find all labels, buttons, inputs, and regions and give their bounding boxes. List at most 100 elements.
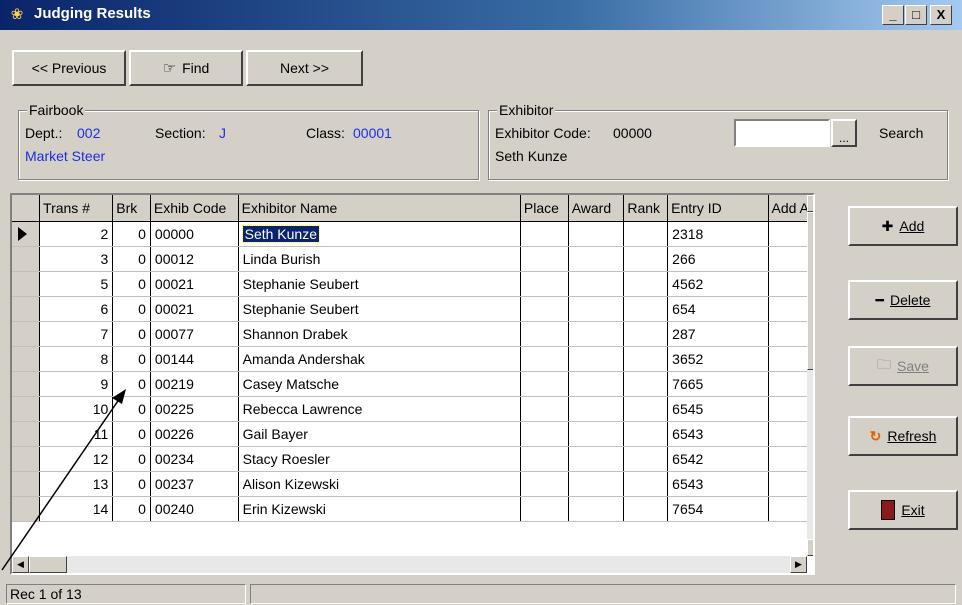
cell-exhibitor-name[interactable]: Amanda Andershak [238,346,521,372]
cell-brk[interactable]: 0 [112,496,151,522]
cell-add[interactable] [768,321,813,347]
cell-brk[interactable]: 0 [112,346,151,372]
table-row[interactable]: 5 0 00021 Stephanie Seubert 4562 [12,271,813,297]
column-header-exhib-code[interactable]: Exhib Code [150,195,239,222]
cell-rank[interactable] [623,346,669,372]
table-row[interactable]: 10 0 00225 Rebecca Lawrence 6545 [12,396,813,422]
cell-entry-id[interactable]: 4562 [667,271,769,297]
cell-rank[interactable] [623,271,669,297]
cell-brk[interactable]: 0 [112,471,151,497]
cell-add[interactable] [768,371,813,397]
cell-entry-id[interactable]: 2318 [667,221,769,247]
cell-award[interactable] [568,471,625,497]
cell-brk[interactable]: 0 [112,271,151,297]
cell-add[interactable] [768,471,813,497]
cell-place[interactable] [520,446,569,472]
cell-exhibitor-name[interactable]: Erin Kizewski [238,496,521,522]
cell-exhib-code[interactable]: 00000 [150,221,239,247]
cell-trans[interactable]: 3 [39,246,114,272]
exhibitor-search-input[interactable] [734,119,830,147]
cell-rank[interactable] [623,396,669,422]
cell-place[interactable] [520,471,569,497]
row-indicator[interactable] [12,271,41,297]
cell-trans[interactable]: 7 [39,321,114,347]
cell-trans[interactable]: 6 [39,296,114,322]
cell-award[interactable] [568,496,625,522]
cell-exhib-code[interactable]: 00225 [150,396,239,422]
exit-button[interactable]: Exit [848,490,958,530]
cell-rank[interactable] [623,221,669,247]
column-header-place[interactable]: Place [520,195,569,222]
table-row[interactable]: 3 0 00012 Linda Burish 266 [12,246,813,272]
minimize-button[interactable]: _ [882,5,904,25]
table-row[interactable]: 11 0 00226 Gail Bayer 6543 [12,421,813,447]
cell-brk[interactable]: 0 [112,396,151,422]
cell-entry-id[interactable]: 6542 [667,446,769,472]
table-row[interactable]: 2 0 00000 Seth Kunze 2318 [12,221,813,247]
search-label[interactable]: Search [879,125,923,141]
cell-exhibitor-name[interactable]: Shannon Drabek [238,321,521,347]
row-indicator[interactable] [12,221,41,247]
delete-button[interactable]: ━ Delete [848,280,958,320]
cell-place[interactable] [520,396,569,422]
cell-entry-id[interactable]: 654 [667,296,769,322]
table-row[interactable]: 7 0 00077 Shannon Drabek 287 [12,321,813,347]
find-button[interactable]: ☞ Find [129,50,243,86]
cell-award[interactable] [568,321,625,347]
close-button[interactable]: X [930,5,952,25]
cell-award[interactable] [568,221,625,247]
column-header-exhibitor-name[interactable]: Exhibitor Name [238,195,521,222]
cell-add[interactable] [768,496,813,522]
scroll-left-arrow-icon[interactable]: ◀ [12,556,29,573]
cell-exhibitor-name[interactable]: Stephanie Seubert [238,296,521,322]
column-header-entry-id[interactable]: Entry ID [667,195,769,222]
cell-rank[interactable] [623,496,669,522]
cell-exhib-code[interactable]: 00219 [150,371,239,397]
cell-exhibitor-name[interactable]: Seth Kunze [238,221,521,247]
cell-trans[interactable]: 10 [39,396,114,422]
scroll-right-arrow-icon[interactable]: ▶ [790,556,807,573]
table-row[interactable]: 6 0 00021 Stephanie Seubert 654 [12,296,813,322]
row-indicator[interactable] [12,246,41,272]
cell-exhibitor-name[interactable]: Rebecca Lawrence [238,396,521,422]
cell-add[interactable] [768,446,813,472]
cell-trans[interactable]: 12 [39,446,114,472]
cell-add[interactable] [768,396,813,422]
cell-entry-id[interactable]: 6543 [667,421,769,447]
cell-brk[interactable]: 0 [112,321,151,347]
cell-place[interactable] [520,221,569,247]
cell-exhib-code[interactable]: 00021 [150,296,239,322]
cell-add[interactable] [768,271,813,297]
scroll-up-arrow-icon[interactable]: ▲ [807,195,813,212]
cell-exhib-code[interactable]: 00237 [150,471,239,497]
cell-award[interactable] [568,346,625,372]
cell-brk[interactable]: 0 [112,446,151,472]
cell-exhib-code[interactable]: 00226 [150,421,239,447]
cell-exhib-code[interactable]: 00012 [150,246,239,272]
previous-button[interactable]: << Previous [12,50,126,86]
table-row[interactable]: 9 0 00219 Casey Matsche 7665 [12,371,813,397]
cell-rank[interactable] [623,371,669,397]
cell-exhibitor-name[interactable]: Casey Matsche [238,371,521,397]
scroll-down-arrow-icon[interactable]: ▼ [807,539,813,556]
horizontal-scrollbar[interactable]: ◀ ▶ [12,556,807,573]
cell-brk[interactable]: 0 [112,371,151,397]
cell-trans[interactable]: 8 [39,346,114,372]
browse-button[interactable]: ... [831,119,857,147]
column-header-rank[interactable]: Rank [623,195,669,222]
cell-rank[interactable] [623,296,669,322]
cell-place[interactable] [520,321,569,347]
cell-award[interactable] [568,421,625,447]
row-indicator[interactable] [12,396,41,422]
row-indicator[interactable] [12,296,41,322]
table-row[interactable]: 8 0 00144 Amanda Andershak 3652 [12,346,813,372]
cell-exhibitor-name[interactable]: Linda Burish [238,246,521,272]
cell-add[interactable] [768,296,813,322]
vertical-scrollbar[interactable]: ▲ ▼ [807,195,813,556]
table-row[interactable]: 14 0 00240 Erin Kizewski 7654 [12,496,813,522]
vertical-scroll-thumb[interactable] [807,212,813,370]
row-indicator[interactable] [12,321,41,347]
cell-award[interactable] [568,246,625,272]
column-header-add[interactable]: Add A [768,195,813,222]
cell-entry-id[interactable]: 266 [667,246,769,272]
